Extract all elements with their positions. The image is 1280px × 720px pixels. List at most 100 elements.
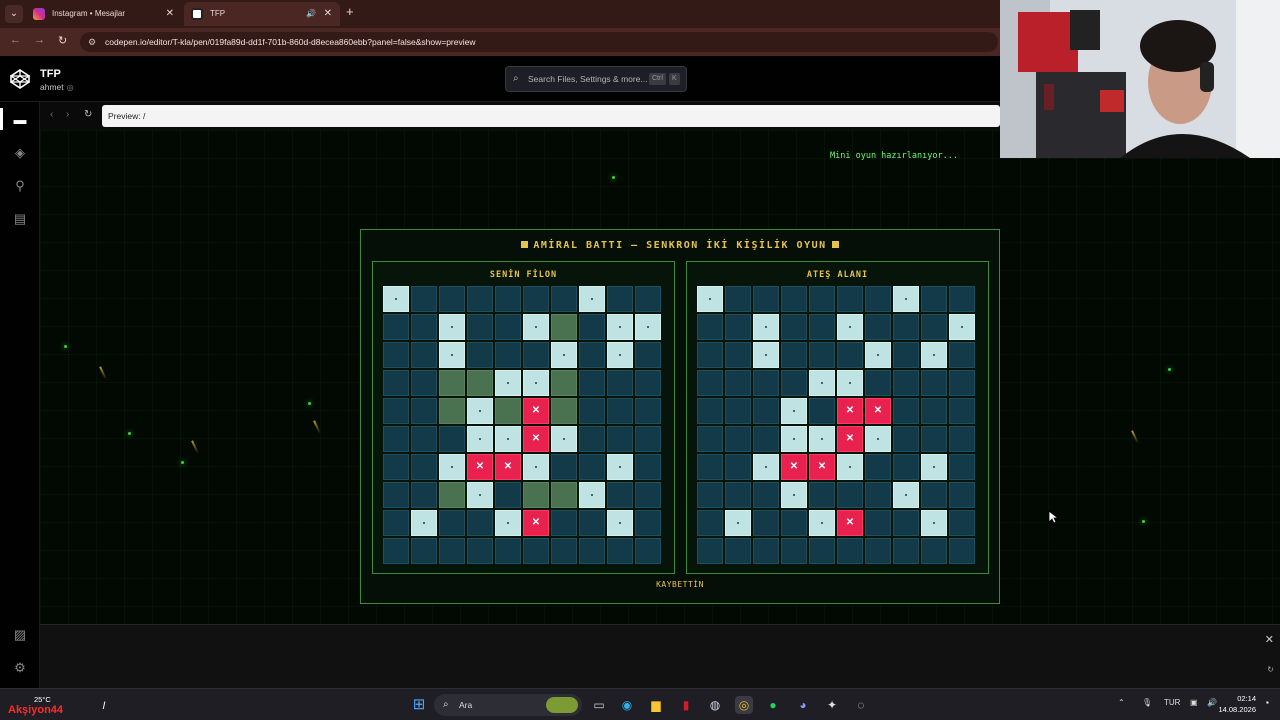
grid-cell-miss[interactable] [753, 314, 779, 340]
grid-cell-miss[interactable] [921, 342, 947, 368]
grid-cell-empty[interactable] [725, 370, 751, 396]
forward-icon[interactable]: → [34, 34, 45, 46]
settings-gear-icon[interactable]: ⚙ [10, 659, 30, 677]
grid-cell-empty[interactable] [725, 454, 751, 480]
grid-cell-empty[interactable] [697, 370, 723, 396]
back-icon[interactable]: ← [10, 34, 21, 46]
grid-cell-empty[interactable] [697, 426, 723, 452]
preview-forward-icon[interactable]: › [66, 109, 69, 120]
grid-cell-empty[interactable] [753, 370, 779, 396]
grid-cell-miss[interactable] [865, 342, 891, 368]
grid-cell-empty[interactable] [949, 538, 975, 564]
tab-list-button[interactable]: ⌄ [5, 5, 23, 23]
grid-cell-empty[interactable] [781, 510, 807, 536]
preview-reload-icon[interactable]: ↻ [84, 109, 92, 120]
grid-cell-empty[interactable] [753, 398, 779, 424]
grid-cell-empty[interactable] [697, 454, 723, 480]
app-icon[interactable]: ✦ [823, 696, 841, 714]
grid-cell-empty[interactable] [753, 510, 779, 536]
close-tab-icon[interactable]: ✕ [166, 2, 174, 26]
show-hidden-icons-icon[interactable]: ⌃ [1118, 698, 1125, 707]
grid-cell-empty[interactable] [949, 482, 975, 508]
search-input[interactable]: ⌕ Search Files, Settings & more... Ctrl … [505, 66, 687, 92]
grid-cell-empty[interactable] [893, 426, 919, 452]
windows-start-icon[interactable]: ⊞ [410, 696, 428, 714]
grid-cell-empty[interactable] [697, 342, 723, 368]
grid-cell-hit[interactable] [837, 510, 863, 536]
grid-cell-hit[interactable] [837, 398, 863, 424]
grid-cell-empty[interactable] [809, 314, 835, 340]
notes-icon[interactable]: 𝐼 [95, 698, 113, 716]
grid-cell-empty[interactable] [697, 314, 723, 340]
grid-cell-empty[interactable] [753, 286, 779, 312]
grid-cell-empty[interactable] [865, 314, 891, 340]
grid-cell-miss[interactable] [921, 454, 947, 480]
grid-cell-empty[interactable] [753, 538, 779, 564]
steam-icon[interactable]: ◍ [706, 696, 724, 714]
grid-cell-empty[interactable] [893, 538, 919, 564]
grid-cell-empty[interactable] [921, 538, 947, 564]
grid-cell-empty[interactable] [725, 482, 751, 508]
grid-cell-empty[interactable] [949, 370, 975, 396]
grid-cell-empty[interactable] [921, 370, 947, 396]
grid-cell-empty[interactable] [865, 482, 891, 508]
grid-cell-empty[interactable] [725, 538, 751, 564]
grid-cell-empty[interactable] [725, 398, 751, 424]
grid-cell-hit[interactable] [837, 426, 863, 452]
grid-cell-empty[interactable] [697, 510, 723, 536]
network-icon[interactable]: ▣ [1190, 698, 1198, 707]
grid-cell-empty[interactable] [865, 510, 891, 536]
grid-cell-miss[interactable] [837, 314, 863, 340]
volume-icon[interactable]: 🔊 [1207, 698, 1217, 707]
grid-cell-empty[interactable] [949, 426, 975, 452]
grid-cell-miss[interactable] [725, 510, 751, 536]
grid-cell-empty[interactable] [949, 342, 975, 368]
file-explorer-icon[interactable]: ▆ [647, 696, 665, 714]
reload-icon[interactable]: ↻ [58, 34, 67, 47]
grid-cell-empty[interactable] [781, 370, 807, 396]
grid-cell-empty[interactable] [837, 482, 863, 508]
grid-cell-miss[interactable] [949, 314, 975, 340]
grid-cell-empty[interactable] [893, 454, 919, 480]
grid-cell-empty[interactable] [865, 370, 891, 396]
grid-cell-empty[interactable] [781, 286, 807, 312]
grid-cell-empty[interactable] [921, 426, 947, 452]
project-title[interactable]: TFP [40, 68, 61, 80]
task-view-icon[interactable]: ▭ [590, 696, 608, 714]
grid-cell-miss[interactable] [697, 286, 723, 312]
grid-cell-empty[interactable] [921, 482, 947, 508]
layers-icon[interactable]: ◈ [10, 144, 30, 162]
grid-cell-miss[interactable] [837, 454, 863, 480]
grid-cell-miss[interactable] [809, 510, 835, 536]
grid-cell-miss[interactable] [781, 482, 807, 508]
grid-cell-empty[interactable] [949, 398, 975, 424]
grid-cell-miss[interactable] [893, 286, 919, 312]
grid-cell-empty[interactable] [865, 538, 891, 564]
grid-cell-empty[interactable] [725, 286, 751, 312]
grid-cell-empty[interactable] [725, 314, 751, 340]
microphone-icon[interactable]: 🎙 [1142, 698, 1152, 707]
chrome-icon[interactable]: ◎ [735, 696, 753, 714]
grid-cell-empty[interactable] [893, 314, 919, 340]
grid-cell-empty[interactable] [781, 538, 807, 564]
grid-cell-miss[interactable] [781, 398, 807, 424]
grid-cell-empty[interactable] [893, 342, 919, 368]
assets-image-icon[interactable]: ▨ [10, 626, 30, 644]
grid-cell-empty[interactable] [725, 426, 751, 452]
codepen-logo-icon[interactable] [10, 69, 30, 89]
grid-cell-empty[interactable] [809, 286, 835, 312]
close-tab-icon[interactable]: ✕ [324, 2, 332, 26]
grid-cell-empty[interactable] [837, 538, 863, 564]
audio-icon[interactable]: 🔊 [306, 2, 316, 26]
grid-cell-empty[interactable] [781, 314, 807, 340]
grid-cell-empty[interactable] [753, 426, 779, 452]
grid-cell-empty[interactable] [893, 398, 919, 424]
grid-cell-empty[interactable] [893, 370, 919, 396]
app-icon[interactable]: ▮ [677, 696, 695, 714]
new-tab-button[interactable]: + [346, 4, 354, 19]
language-indicator[interactable]: TUR [1164, 698, 1180, 707]
grid-cell-empty[interactable] [781, 342, 807, 368]
grid-cell-miss[interactable] [921, 510, 947, 536]
discord-icon[interactable]: ◕ [794, 696, 812, 714]
tab-tfp[interactable]: TFP 🔊 ✕ [184, 2, 340, 26]
